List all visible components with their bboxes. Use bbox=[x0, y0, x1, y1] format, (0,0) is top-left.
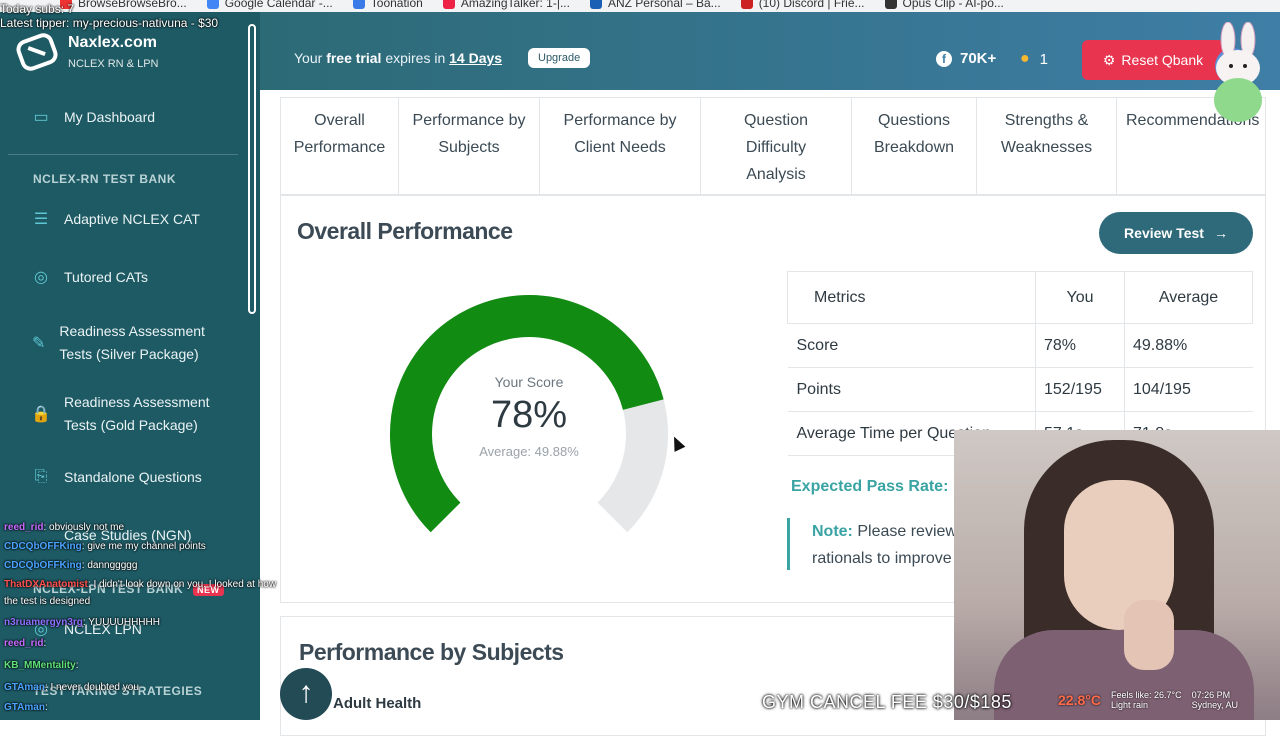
table-header-row: Metrics You Average bbox=[787, 271, 1253, 324]
tab-question-difficulty[interactable]: Question Difficulty Analysis bbox=[701, 98, 852, 194]
bookmark[interactable]: (10) Discord | Frie... bbox=[740, 0, 865, 10]
chat-line: the test is designed bbox=[4, 596, 91, 607]
chat-line: reed_rid: obviously not me bbox=[4, 522, 125, 533]
table-cell: Score bbox=[787, 323, 1036, 368]
chat-line: ThatDXAnatomist: I didn't look down on y… bbox=[4, 579, 277, 590]
sidebar-item-adaptive-cat[interactable]: ☰ Adaptive NCLEX CAT bbox=[32, 210, 200, 228]
bookmark[interactable]: AmazingTalker: 1-|... bbox=[442, 0, 570, 10]
chat-line: GTAman: bbox=[4, 702, 48, 713]
section-title: Performance by Subjects bbox=[299, 639, 564, 665]
sidebar-item-standalone[interactable]: ⎘ Standalone Questions bbox=[32, 468, 202, 486]
webcam-hand bbox=[1124, 600, 1174, 670]
file-icon: ⎘ bbox=[34, 468, 48, 485]
note-label: Note: bbox=[812, 523, 853, 540]
upgrade-button[interactable]: Upgrade bbox=[528, 48, 591, 68]
chat-line: KB_MMentality: bbox=[4, 660, 79, 671]
stream-stats: Today subs: 7 Latest tipper: my-precious… bbox=[0, 2, 218, 30]
brand-name: Naxlex.com bbox=[68, 34, 157, 51]
temperature: 22.8°C bbox=[1058, 692, 1101, 708]
document-icon: ✎ bbox=[32, 335, 46, 352]
weather-overlay: 22.8°C Feels like: 26.7°C Light rain 07:2… bbox=[1058, 690, 1238, 710]
table-row: Score 78% 49.88% bbox=[787, 323, 1253, 368]
chat-line: CDCQbOFFKing: dannggggg bbox=[4, 560, 138, 571]
streak-count: ● 1 bbox=[1020, 50, 1049, 68]
lock-icon: 🔒 bbox=[31, 406, 51, 423]
score-value: 78% bbox=[490, 394, 568, 436]
chat-line: CDCQbOFFKing: give me my channel points bbox=[4, 541, 206, 552]
gear-icon: ⚙ bbox=[1102, 51, 1116, 68]
gym-fee-overlay: GYM CANCEL FEE $30/$185 bbox=[762, 692, 1012, 712]
column-header: Metrics bbox=[787, 271, 1036, 324]
stream-subs: Today subs: 7 bbox=[0, 2, 75, 16]
monitor-icon: ▭ bbox=[33, 109, 49, 126]
section-title-rn: NCLEX-RN TEST BANK bbox=[33, 172, 176, 186]
tab-overall-performance[interactable]: Overall Performance bbox=[281, 98, 399, 194]
bookmark[interactable]: Toonation bbox=[352, 0, 423, 10]
sidebar-item-readiness-gold[interactable]: 🔒 Readiness Assessment Tests (Gold Packa… bbox=[31, 391, 222, 437]
target-icon: ◎ bbox=[34, 269, 48, 286]
weather-details: Feels like: 26.7°C Light rain bbox=[1110, 690, 1182, 710]
tab-performance-by-client-needs[interactable]: Performance by Client Needs bbox=[540, 98, 701, 194]
report-tabs: Overall Performance Performance by Subje… bbox=[280, 97, 1266, 195]
bookmark[interactable]: Google Calendar -... bbox=[206, 0, 333, 10]
top-header: Your free trial expires in 14 Days Upgra… bbox=[260, 12, 1280, 90]
facebook-icon: f bbox=[936, 50, 952, 67]
tab-performance-by-subjects[interactable]: Performance by Subjects bbox=[399, 98, 540, 194]
subject-row-label: Adult Health bbox=[333, 695, 422, 712]
trial-notice: Your free trial expires in 14 Days bbox=[294, 50, 503, 66]
review-test-button[interactable]: Review Test → bbox=[1099, 212, 1253, 254]
brand-subtitle: NCLEX RN & LPN bbox=[68, 58, 159, 70]
column-header: Average bbox=[1124, 271, 1253, 324]
stream-tipper: Latest tipper: my-precious-nativuna - $3… bbox=[0, 16, 219, 30]
facebook-count[interactable]: f 70K+ bbox=[936, 50, 996, 67]
sidebar-item-dashboard[interactable]: ▭ My Dashboard bbox=[32, 108, 155, 126]
brand[interactable]: Naxlex.com NCLEX RN & LPN bbox=[13, 30, 159, 74]
section-title: Overall Performance bbox=[297, 218, 513, 244]
bookmark[interactable]: ANZ Personal – Ba... bbox=[589, 0, 721, 10]
flame-icon: ● bbox=[1020, 50, 1030, 67]
score-average: Average: 49.88% bbox=[479, 444, 579, 459]
divider bbox=[8, 154, 238, 155]
sidebar-item-readiness-silver[interactable]: ✎ Readiness Assessment Tests (Silver Pac… bbox=[32, 320, 222, 366]
arrow-right-icon: → bbox=[1213, 225, 1228, 241]
tab-strengths-weaknesses[interactable]: Strengths & Weaknesses bbox=[977, 98, 1117, 194]
sidebar: Naxlex.com NCLEX RN & LPN ▭ My Dashboard… bbox=[0, 12, 260, 720]
sliders-icon: ☰ bbox=[33, 211, 49, 228]
column-header: You bbox=[1035, 271, 1125, 324]
sidebar-item-tutored-cats[interactable]: ◎ Tutored CATs bbox=[32, 268, 148, 286]
table-cell: 78% bbox=[1035, 323, 1125, 368]
bunny-mascot-icon bbox=[1214, 22, 1262, 122]
logo-icon bbox=[13, 30, 61, 74]
table-cell: Points bbox=[787, 367, 1036, 412]
tab-questions-breakdown[interactable]: Questions Breakdown bbox=[852, 98, 977, 194]
expected-pass-rate: Expected Pass Rate: bbox=[791, 478, 949, 495]
metrics-table: Metrics You Average Score 78% 49.88% Poi… bbox=[787, 271, 1253, 456]
table-cell: 104/195 bbox=[1124, 367, 1253, 412]
gauge-label: Your Score bbox=[494, 374, 564, 390]
clock: 07:26 PM Sydney, AU bbox=[1191, 690, 1238, 710]
chat-line: n3ruamergyn3rg: YUUUUHHHHH bbox=[4, 617, 160, 628]
arrow-up-icon: ↑ bbox=[298, 676, 314, 709]
bookmark[interactable]: Opus Clip - AI-po... bbox=[884, 0, 1004, 10]
chat-line: reed_rid: bbox=[4, 638, 47, 649]
table-row: Points 152/195 104/195 bbox=[787, 367, 1253, 412]
table-cell: 152/195 bbox=[1035, 367, 1125, 412]
sidebar-scrollbar[interactable] bbox=[248, 24, 256, 314]
table-cell: 49.88% bbox=[1124, 323, 1253, 368]
trial-days-link[interactable]: 14 Days bbox=[449, 50, 502, 66]
webcam-overlay bbox=[954, 430, 1280, 720]
scroll-top-button[interactable]: ↑ bbox=[280, 668, 332, 720]
chat-line: GTAman: I never doubted you bbox=[4, 682, 139, 693]
